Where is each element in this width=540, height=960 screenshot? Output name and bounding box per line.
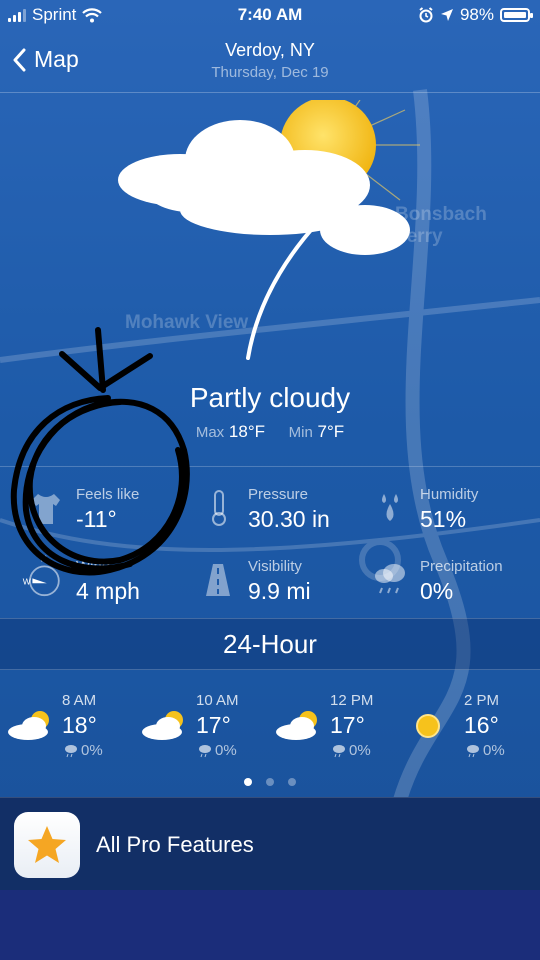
min-label: Min [288, 424, 313, 441]
visibility-detail: Visibility 9.9 mi [200, 552, 370, 612]
compass-south: S [41, 599, 47, 600]
feels-like-detail: Feels like -11° [28, 480, 198, 540]
battery-icon [500, 8, 533, 22]
temperature-digit [223, 220, 320, 360]
hourly-item[interactable]: 8 AM 18° 0% [4, 690, 134, 760]
partly-cloudy-icon [142, 711, 183, 740]
condition-text: Partly cloudy [189, 382, 351, 413]
wind-detail: N W S Wind 4 mph [23, 552, 198, 612]
precipitation-label: Precipitation [420, 558, 503, 575]
page-dot[interactable] [266, 778, 274, 786]
pro-features-label: All Pro Features [96, 832, 254, 857]
road-icon [206, 564, 230, 596]
status-bar: Sprint 7:40 AM 98% [0, 0, 540, 30]
partly-cloudy-icon [276, 711, 317, 740]
current-temperature: °F 7 [200, 196, 400, 376]
temperature-value: 7 [200, 196, 201, 197]
hour-temp: 18° [62, 712, 97, 738]
hour-precip-value: 0% [215, 742, 237, 759]
rain-drop-icon [199, 744, 211, 757]
bottom-area [0, 890, 540, 960]
hour-precip-value: 0% [483, 742, 505, 759]
rain-cloud-icon [375, 564, 405, 594]
city-name: Verdoy, NY [225, 40, 315, 60]
partly-cloudy-icon [8, 711, 49, 740]
hour-temp: 16° [464, 712, 499, 738]
compass-west: W [23, 576, 31, 586]
location-header: Verdoy, NY Thursday, Dec 19 [0, 40, 540, 81]
pressure-detail: Pressure 30.30 in [200, 480, 370, 540]
temperature-unit: °F [328, 212, 369, 256]
pressure-label: Pressure [248, 486, 309, 503]
hour-precip: 0% [466, 742, 505, 759]
hourly-item[interactable]: 12 PM 17° 0% [272, 690, 402, 760]
hour-precip: 0% [332, 742, 371, 759]
divider [0, 466, 540, 467]
humidity-label: Humidity [420, 486, 479, 503]
precipitation-value: 0% [420, 578, 454, 604]
min-temp: 7°F [317, 422, 345, 441]
max-temp: 18°F [228, 422, 265, 441]
precipitation-detail: Precipitation 0% [372, 552, 540, 612]
droplets-icon [382, 494, 398, 521]
battery-percent: 98% [459, 5, 494, 24]
hour-precip: 0% [198, 742, 237, 759]
navigation-bar: Map Verdoy, NY Thursday, Dec 19 [0, 30, 540, 93]
rain-drop-icon [65, 744, 77, 757]
hourly-section-header: 24-Hour [0, 618, 540, 670]
pro-app-icon [14, 812, 80, 878]
hour-time: 8 AM [62, 692, 97, 709]
visibility-value: 9.9 mi [248, 578, 311, 604]
compass-icon: N W S [23, 554, 60, 600]
visibility-label: Visibility [248, 558, 302, 575]
humidity-detail: Humidity 51% [372, 480, 540, 540]
current-date: Thursday, Dec 19 [211, 64, 329, 81]
alarm-icon [419, 7, 433, 23]
thermometer-icon [212, 490, 226, 526]
pressure-value: 30.30 in [248, 506, 330, 532]
hourly-item[interactable]: 2 PM 16° 0% [406, 690, 536, 760]
wind-label: Wind [76, 558, 111, 575]
feels-like-label: Feels like [76, 486, 140, 503]
min-max-temps: Max 18°F Min 7°F [0, 422, 540, 442]
hour-time: 10 AM [196, 692, 239, 709]
humidity-value: 51% [420, 506, 467, 532]
hour-precip-value: 0% [81, 742, 103, 759]
hourly-title: 24-Hour [223, 629, 317, 659]
rain-drop-icon [467, 744, 479, 757]
page-dot[interactable] [288, 778, 296, 786]
hour-temp: 17° [196, 712, 231, 738]
hour-precip-value: 0% [349, 742, 371, 759]
page-indicator[interactable] [0, 778, 540, 786]
hour-time: 2 PM [464, 692, 500, 709]
location-arrow-icon [440, 9, 453, 21]
hour-time: 12 PM [330, 692, 374, 709]
shirt-icon [32, 494, 60, 524]
hour-precip: 0% [64, 742, 103, 759]
feels-like-value: -11° [76, 506, 117, 532]
sun-icon [416, 714, 440, 738]
star-icon [28, 826, 66, 863]
pro-features-row[interactable]: All Pro Features [0, 797, 540, 891]
max-label: Max [195, 424, 225, 441]
hour-temp: 17° [330, 712, 365, 738]
page-dot[interactable] [244, 778, 252, 786]
compass-north: N [41, 554, 47, 564]
rain-drop-icon [333, 744, 345, 757]
wind-value: 4 mph [76, 578, 140, 604]
hourly-item[interactable]: 10 AM 17° 0% [138, 690, 268, 760]
